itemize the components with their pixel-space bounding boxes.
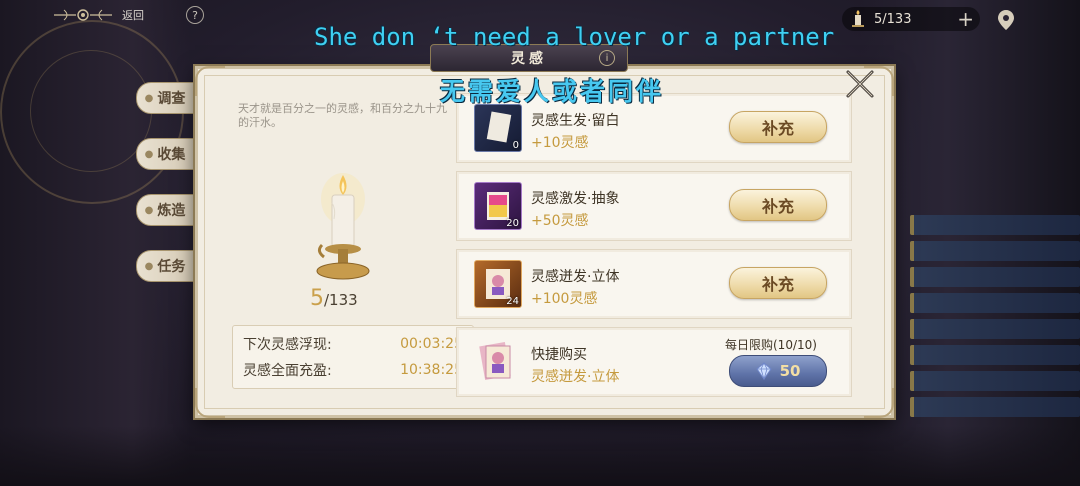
item-list: 0 灵感生发·留白 +10灵感 补充 20 灵感激发·抽象 +50灵感 补充 2… bbox=[456, 93, 852, 405]
price-value: 50 bbox=[779, 362, 801, 380]
back-label: 返回 bbox=[122, 9, 144, 22]
inspiration-panel: 天才就是百分之一的灵感，和百分之九十九的汗水。 5/133 下次灵感浮现: 00… bbox=[195, 66, 894, 418]
corner-ornament bbox=[864, 388, 894, 418]
count-total: /133 bbox=[324, 291, 358, 309]
quick-buy-row: 快捷购买 灵感迸发·立体 每日限购(10/10) 50 bbox=[456, 327, 852, 397]
subtitle-chinese: 无需爱人或者同伴 bbox=[440, 77, 665, 106]
daily-limit-label: 每日限购(10/10) bbox=[725, 338, 817, 352]
list-item: 20 灵感激发·抽象 +50灵感 补充 bbox=[456, 171, 852, 241]
tab-label: 调查 bbox=[157, 91, 186, 107]
background-orrery-ring bbox=[30, 50, 152, 172]
tab-collect[interactable]: ● 收集 bbox=[136, 138, 194, 170]
tab-dot-icon: ● bbox=[144, 92, 154, 104]
item-name: 灵感激发·抽象 bbox=[531, 191, 620, 207]
quick-buy-button[interactable]: 50 bbox=[729, 355, 827, 387]
item-name: 灵感生发·留白 bbox=[531, 113, 620, 129]
tab-dot-icon: ● bbox=[144, 148, 154, 160]
count-current: 5 bbox=[310, 286, 324, 311]
timer-box: 下次灵感浮现: 00:03:25 灵感全面充盈: 10:38:25 bbox=[232, 325, 474, 389]
quote-text: 天才就是百分之一的灵感，和百分之九十九的汗水。 bbox=[238, 102, 447, 129]
corner-ornament bbox=[195, 388, 225, 418]
tab-label: 炼造 bbox=[157, 203, 186, 219]
replenish-button[interactable]: 补充 bbox=[729, 267, 827, 299]
tab-craft[interactable]: ● 炼造 bbox=[136, 194, 194, 226]
tab-dot-icon: ● bbox=[144, 204, 154, 216]
timer-row-next: 下次灵感浮现: 00:03:25 bbox=[233, 331, 473, 357]
tab-investigate[interactable]: ● 调查 bbox=[136, 82, 194, 114]
abstract-card-icon: 20 bbox=[474, 182, 522, 230]
item-quantity: 24 bbox=[506, 296, 519, 307]
tab-dot-icon: ● bbox=[144, 260, 154, 272]
back-button[interactable]: 返回 ? bbox=[52, 6, 204, 24]
timer-label: 下次灵感浮现: bbox=[243, 337, 332, 353]
timer-row-full: 灵感全面充盈: 10:38:25 bbox=[233, 357, 473, 383]
background-books bbox=[910, 215, 1080, 455]
crystal-icon bbox=[755, 362, 772, 380]
candle-icon bbox=[852, 10, 864, 27]
item-effect: +100灵感 bbox=[531, 291, 598, 307]
replenish-button[interactable]: 补充 bbox=[729, 111, 827, 143]
candle-icon bbox=[316, 173, 370, 280]
help-button[interactable]: ? bbox=[186, 6, 204, 24]
quick-buy-title: 快捷购买 bbox=[531, 347, 587, 363]
item-quantity: 20 bbox=[506, 218, 519, 229]
item-effect: +10灵感 bbox=[531, 135, 589, 151]
quick-buy-card-icon bbox=[474, 338, 520, 384]
add-resource-button[interactable]: + bbox=[957, 8, 974, 30]
replenish-button[interactable]: 补充 bbox=[729, 189, 827, 221]
cubist-card-icon: 24 bbox=[474, 260, 522, 308]
inspiration-count: 5/133 bbox=[310, 286, 400, 311]
blank-card-icon: 0 bbox=[474, 104, 522, 152]
side-tab-list: ● 调查 ● 收集 ● 炼造 ● 任务 bbox=[136, 82, 194, 306]
background-floor bbox=[0, 426, 1080, 486]
info-button[interactable]: i bbox=[599, 50, 615, 66]
item-name: 灵感迸发·立体 bbox=[531, 269, 620, 285]
inspiration-resource: 5/133 + bbox=[842, 7, 980, 31]
corner-ornament bbox=[195, 66, 225, 96]
resource-count: 5/133 bbox=[874, 11, 912, 27]
ornament-icon bbox=[54, 9, 112, 21]
list-item: 24 灵感迸发·立体 +100灵感 补充 bbox=[456, 249, 852, 319]
quick-buy-item: 灵感迸发·立体 bbox=[531, 369, 620, 385]
subtitle-english: She don ‘t need a lover or a partner bbox=[314, 23, 835, 51]
map-pin-icon[interactable] bbox=[996, 9, 1016, 31]
timer-label: 灵感全面充盈: bbox=[243, 363, 332, 379]
panel-title: 灵感 bbox=[511, 51, 547, 67]
close-icon[interactable] bbox=[842, 66, 878, 102]
timer-value: 00:03:25 bbox=[400, 336, 463, 352]
timer-value: 10:38:25 bbox=[400, 362, 463, 378]
tab-label: 收集 bbox=[157, 147, 186, 163]
tab-tasks[interactable]: ● 任务 bbox=[136, 250, 194, 282]
item-effect: +50灵感 bbox=[531, 213, 589, 229]
item-quantity: 0 bbox=[512, 140, 519, 151]
tab-label: 任务 bbox=[157, 259, 186, 275]
